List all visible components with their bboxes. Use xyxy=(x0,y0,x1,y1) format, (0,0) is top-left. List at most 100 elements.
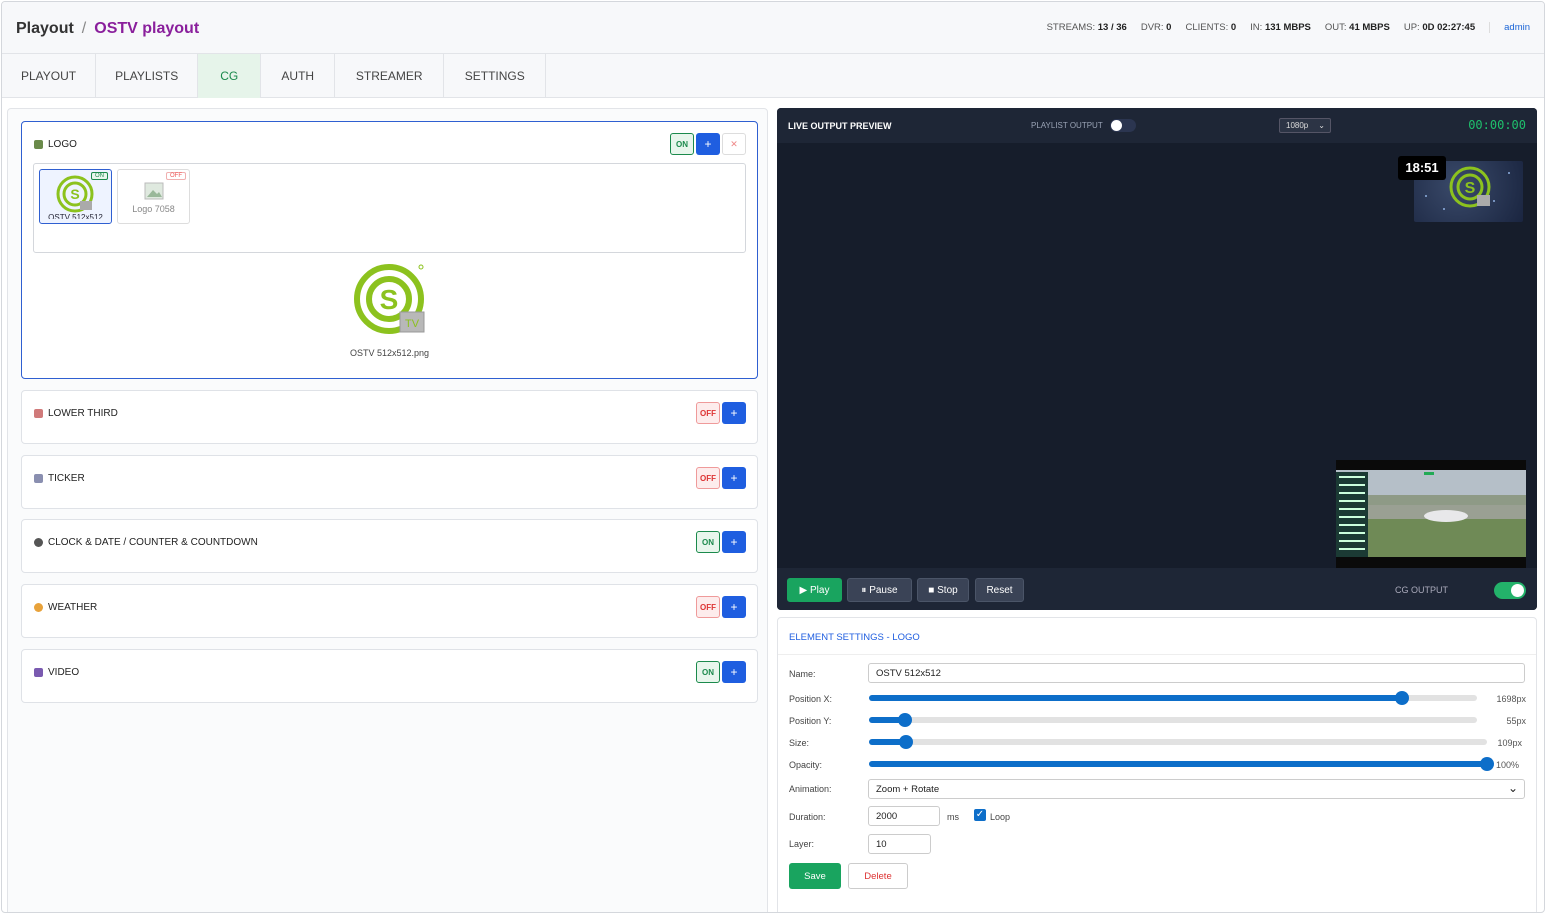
name-field[interactable]: OSTV 512x512 xyxy=(868,663,1525,683)
preview-canvas: S 18:51 xyxy=(777,143,1537,568)
delete-button[interactable]: Delete xyxy=(848,863,908,889)
video-add-button[interactable]: + xyxy=(722,661,746,683)
cg-elements-panel: LOGO ON + ✕ ON S OSTV 512x512 OFF Logo 7… xyxy=(7,108,768,912)
svg-text:S: S xyxy=(1465,180,1476,197)
tab-settings[interactable]: SETTINGS xyxy=(444,54,547,98)
playlist-output-label: PLAYLIST OUTPUT xyxy=(1031,121,1103,130)
ticker-add-button[interactable]: + xyxy=(722,467,746,489)
layer-field[interactable]: 10 xyxy=(868,834,931,854)
user-menu[interactable]: admin xyxy=(1489,22,1530,33)
position-y-value: 55px xyxy=(1506,716,1526,726)
breadcrumb: Playout / OSTV playout xyxy=(16,20,200,37)
image-placeholder-icon xyxy=(144,182,163,200)
playlist-output-toggle[interactable] xyxy=(1110,119,1136,132)
app-window: Playout / OSTV playout STREAMS: 13 / 36 DV… xyxy=(1,1,1545,913)
play-button[interactable]: ▶ Play xyxy=(787,578,842,602)
weather-add-button[interactable]: + xyxy=(722,596,746,618)
video-icon xyxy=(34,668,43,677)
loop-checkbox[interactable]: ✓ xyxy=(974,809,986,821)
stat-uptime: UP: 0D 02:27:45 xyxy=(1403,22,1476,33)
animation-select[interactable]: Zoom + Rotate ⌄ xyxy=(868,779,1525,799)
weather-toggle-button[interactable]: OFF xyxy=(696,596,720,618)
section-clock: CLOCK & DATE / COUNTER & COUNTDOWN ON + xyxy=(21,519,758,573)
tab-auth[interactable]: AUTH xyxy=(261,54,336,98)
lower-third-toggle-button[interactable]: OFF xyxy=(696,402,720,424)
reset-button[interactable]: Reset xyxy=(975,578,1024,602)
stat-streams: STREAMS: 13 / 36 xyxy=(1046,22,1127,33)
resolution-select[interactable]: 1080p ⌄ xyxy=(1279,118,1331,133)
settings-title: ELEMENT SETTINGS - LOGO xyxy=(789,632,920,643)
weather-icon xyxy=(34,603,43,612)
logo-thumb[interactable]: ON S OSTV 512x512 xyxy=(39,169,112,224)
section-video: VIDEO ON + xyxy=(21,649,758,703)
opacity-value: 100% xyxy=(1495,760,1519,770)
position-x-label: Position X: xyxy=(789,694,833,704)
logo-delete-button[interactable]: ✕ xyxy=(722,133,746,155)
tab-streamer[interactable]: STREAMER xyxy=(335,54,445,98)
timecode: 00:00:00 xyxy=(1468,118,1526,132)
duration-unit: ms xyxy=(947,812,959,822)
section-ticker: TICKER OFF + xyxy=(21,455,758,509)
image-icon xyxy=(34,140,43,149)
ticker-toggle-button[interactable]: OFF xyxy=(696,467,720,489)
position-y-slider[interactable] xyxy=(869,713,1477,727)
duration-field[interactable]: 2000 xyxy=(868,806,940,826)
video-frame-icon xyxy=(1336,460,1526,568)
tab-cg[interactable]: CG xyxy=(198,54,262,98)
clock-icon xyxy=(34,538,43,547)
section-lower-third: LOWER THIRD OFF + xyxy=(21,390,758,444)
position-x-value: 1698px xyxy=(1496,694,1526,704)
cg-output-toggle[interactable] xyxy=(1494,582,1526,599)
preview-title: LIVE OUTPUT PREVIEW xyxy=(788,121,892,131)
status-stats: STREAMS: 13 / 36 DVR: 0 CLIENTS: 0 IN: 1… xyxy=(1047,22,1530,33)
duration-label: Duration: xyxy=(789,812,826,822)
logo-thumb-label: Logo 7058 xyxy=(132,204,175,214)
ticker-icon xyxy=(34,474,43,483)
logo-thumb-label: OSTV 512x512 xyxy=(48,213,103,219)
breadcrumb-root[interactable]: Playout xyxy=(16,20,74,37)
section-title: LOGO xyxy=(48,139,77,150)
logo-thumb[interactable]: OFF Logo 7058 xyxy=(117,169,190,224)
cg-output-label: CG OUTPUT xyxy=(1395,585,1448,595)
tab-playlists[interactable]: PLAYLISTS xyxy=(96,54,199,98)
position-y-label: Position Y: xyxy=(789,716,832,726)
logo-add-button[interactable]: + xyxy=(696,133,720,155)
ostv-logo-icon: S xyxy=(56,175,93,213)
clock-toggle-button[interactable]: ON xyxy=(696,531,720,553)
name-label: Name: xyxy=(789,669,816,679)
logo-gallery: ON S OSTV 512x512 OFF Logo 7058 xyxy=(33,163,746,253)
stat-out: OUT: 41 MBPS xyxy=(1324,22,1390,33)
animation-label: Animation: xyxy=(789,784,832,794)
opacity-slider[interactable] xyxy=(869,757,1494,771)
live-output-preview: LIVE OUTPUT PREVIEW PLAYLIST OUTPUT 1080… xyxy=(777,108,1537,610)
status-badge: OFF xyxy=(166,172,186,180)
preview-video-overlay xyxy=(1336,460,1526,568)
lower-third-icon xyxy=(34,409,43,418)
size-slider[interactable] xyxy=(869,735,1487,749)
playback-controls: ▶ Play ⏸ Pause ■ Stop Reset CG OUTPUT xyxy=(777,568,1537,610)
stat-in: IN: 131 MBPS xyxy=(1250,22,1311,33)
section-logo: LOGO ON + ✕ ON S OSTV 512x512 OFF Logo 7… xyxy=(21,121,758,379)
clock-add-button[interactable]: + xyxy=(722,531,746,553)
layer-label: Layer: xyxy=(789,839,815,849)
stat-dvr: DVR: 0 xyxy=(1140,22,1172,33)
lower-third-add-button[interactable]: + xyxy=(722,402,746,424)
header: Playout / OSTV playout STREAMS: 13 / 36 DV… xyxy=(2,2,1544,54)
position-x-slider[interactable] xyxy=(869,691,1477,705)
preview-clock-overlay: 18:51 xyxy=(1398,156,1446,180)
status-badge: ON xyxy=(91,172,108,180)
video-toggle-button[interactable]: ON xyxy=(696,661,720,683)
save-button[interactable]: Save xyxy=(789,863,841,889)
svg-text:S: S xyxy=(70,186,79,202)
main-tabs: PLAYOUT PLAYLISTS CG AUTH STREAMER SETTI… xyxy=(2,54,1544,98)
page-title: OSTV playout xyxy=(94,20,200,37)
logo-preview-image: S TV xyxy=(354,264,425,334)
pause-button[interactable]: ⏸ Pause xyxy=(847,578,912,602)
logo-toggle-button[interactable]: ON xyxy=(670,133,694,155)
size-value: 109px xyxy=(1497,738,1522,748)
opacity-label: Opacity: xyxy=(789,760,823,770)
logo-preview-filename: OSTV 512x512.png xyxy=(349,348,430,358)
tab-playout[interactable]: PLAYOUT xyxy=(2,54,97,98)
stop-button[interactable]: ■ Stop xyxy=(917,578,969,602)
preview-header: LIVE OUTPUT PREVIEW PLAYLIST OUTPUT 1080… xyxy=(777,108,1537,143)
